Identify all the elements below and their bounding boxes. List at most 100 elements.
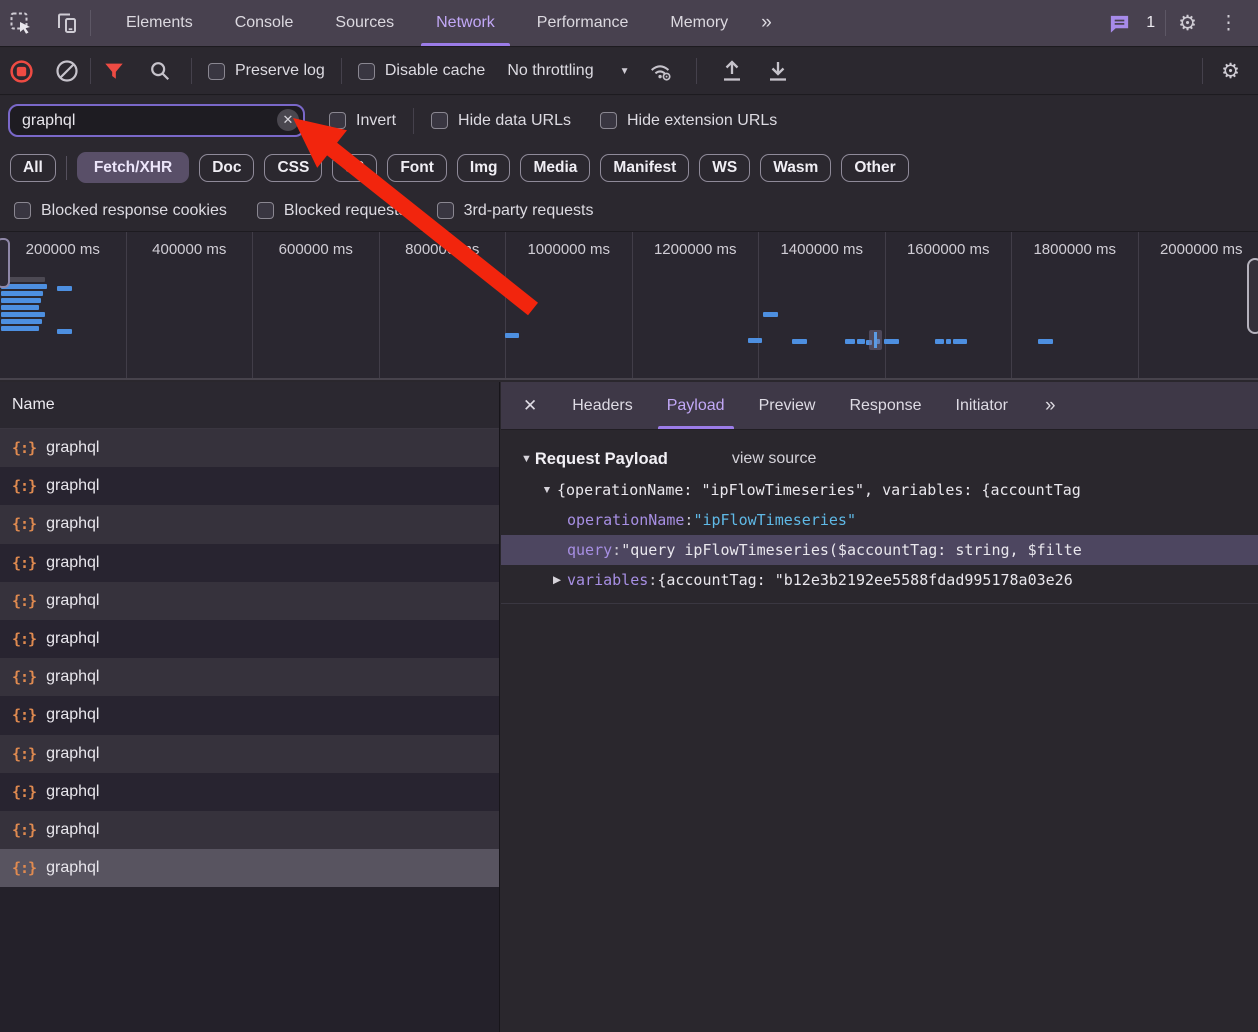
payload-line[interactable]: ▶variables: {accountTag: "b12e3b2192ee55… xyxy=(501,565,1258,595)
blocked-requests-toggle[interactable]: Blocked requests xyxy=(257,202,407,220)
request-rows: {:}graphql{:}graphql{:}graphql{:}graphql… xyxy=(0,429,499,887)
view-source-link[interactable]: view source xyxy=(732,450,816,468)
chip-font[interactable]: Font xyxy=(387,154,447,182)
inspect-element-icon[interactable] xyxy=(8,10,34,36)
chip-all[interactable]: All xyxy=(10,154,56,182)
network-overview-timeline[interactable]: 200000 ms400000 ms600000 ms800000 ms1000… xyxy=(0,232,1258,380)
filter-funnel-icon[interactable] xyxy=(101,58,127,84)
request-row[interactable]: {:}graphql xyxy=(0,620,499,658)
close-detail-icon[interactable]: ✕ xyxy=(501,396,555,416)
hide-extension-urls-toggle[interactable]: Hide extension URLs xyxy=(600,112,777,130)
request-row[interactable]: {:}graphql xyxy=(0,544,499,582)
invert-checkbox[interactable] xyxy=(329,112,346,129)
clear-network-log-icon[interactable] xyxy=(54,58,80,84)
chip-ws[interactable]: WS xyxy=(699,154,750,182)
request-row[interactable]: {:}graphql xyxy=(0,505,499,543)
name-column-header[interactable]: Name xyxy=(0,382,499,429)
network-conditions-icon[interactable] xyxy=(648,58,674,84)
disable-cache-checkbox[interactable] xyxy=(358,63,375,80)
chip-doc[interactable]: Doc xyxy=(199,154,254,182)
tab-memory[interactable]: Memory xyxy=(649,0,749,46)
chip-img[interactable]: Img xyxy=(457,154,511,182)
tab-console[interactable]: Console xyxy=(214,0,315,46)
json-braces-icon: {:} xyxy=(12,745,36,763)
collapse-triangle-icon[interactable]: ▼ xyxy=(521,453,532,465)
tree-triangle-icon[interactable]: ▼ xyxy=(537,484,557,496)
request-row[interactable]: {:}graphql xyxy=(0,849,499,887)
detail-tabs: HeadersPayloadPreviewResponseInitiator xyxy=(555,382,1025,429)
payload-line[interactable]: operationName: "ipFlowTimeseries" xyxy=(501,505,1258,535)
request-row[interactable]: {:}graphql xyxy=(0,735,499,773)
request-row[interactable]: {:}graphql xyxy=(0,811,499,849)
3rd-party-requests-checkbox[interactable] xyxy=(437,202,454,219)
json-braces-icon: {:} xyxy=(12,668,36,686)
chip-css[interactable]: CSS xyxy=(264,154,322,182)
clear-filter-icon[interactable]: ✕ xyxy=(277,109,299,131)
throttling-dropdown[interactable]: No throttling ▼ xyxy=(507,62,629,80)
chip-manifest[interactable]: Manifest xyxy=(600,154,689,182)
hide-data-urls-toggle[interactable]: Hide data URLs xyxy=(431,112,571,130)
chip-js[interactable]: JS xyxy=(332,154,377,182)
timeline-selection-marker xyxy=(869,330,882,350)
more-detail-tabs-icon[interactable]: ›› xyxy=(1033,395,1066,417)
3rd-party-requests-toggle[interactable]: 3rd-party requests xyxy=(437,202,594,220)
filter-input[interactable] xyxy=(8,104,305,137)
issues-message-icon[interactable] xyxy=(1106,10,1132,36)
search-icon[interactable] xyxy=(147,58,173,84)
chip-wasm[interactable]: Wasm xyxy=(760,154,831,182)
tree-triangle-icon[interactable]: ▶ xyxy=(547,574,567,586)
blocked-requests-checkbox[interactable] xyxy=(257,202,274,219)
payload-punct: : xyxy=(612,541,621,559)
more-tabs-icon[interactable]: ›› xyxy=(749,12,782,34)
tab-elements[interactable]: Elements xyxy=(105,0,214,46)
toolbar-divider xyxy=(413,108,414,134)
tab-sources[interactable]: Sources xyxy=(314,0,415,46)
issues-count[interactable]: 1 xyxy=(1146,14,1155,32)
request-row[interactable]: {:}graphql xyxy=(0,696,499,734)
blocked-filters-row: Blocked response cookies Blocked requests… xyxy=(0,190,1258,232)
payload-line[interactable]: query: "query ipFlowTimeseries($accountT… xyxy=(501,535,1258,565)
toolbar-divider xyxy=(90,10,91,36)
blocked-response-cookies-checkbox[interactable] xyxy=(14,202,31,219)
request-name: graphql xyxy=(46,821,99,839)
request-name: graphql xyxy=(46,477,99,495)
detail-tab-response[interactable]: Response xyxy=(832,382,938,429)
preserve-log-toggle[interactable]: Preserve log xyxy=(208,62,325,80)
timeline-request-bar xyxy=(505,333,519,338)
import-har-icon[interactable] xyxy=(719,58,745,84)
chip-media[interactable]: Media xyxy=(520,154,590,182)
tab-performance[interactable]: Performance xyxy=(516,0,650,46)
request-row[interactable]: {:}graphql xyxy=(0,429,499,467)
request-row[interactable]: {:}graphql xyxy=(0,582,499,620)
settings-gear-icon[interactable]: ⚙ xyxy=(1170,11,1205,36)
detail-tab-headers[interactable]: Headers xyxy=(555,382,649,429)
timeline-left-handle[interactable] xyxy=(0,238,10,288)
payload-line[interactable]: ▼{operationName: "ipFlowTimeseries", var… xyxy=(501,475,1258,505)
customize-devtools-icon[interactable]: ⋮ xyxy=(1209,12,1248,35)
toggle-device-toolbar-icon[interactable] xyxy=(54,10,80,36)
detail-tab-preview[interactable]: Preview xyxy=(742,382,833,429)
record-network-log-icon[interactable] xyxy=(8,58,34,84)
detail-tab-payload[interactable]: Payload xyxy=(650,382,742,429)
blocked-response-cookies-toggle[interactable]: Blocked response cookies xyxy=(14,202,227,220)
chip-other[interactable]: Other xyxy=(841,154,908,182)
timeline-right-scrollbar[interactable] xyxy=(1247,258,1258,334)
disable-cache-toggle[interactable]: Disable cache xyxy=(358,62,486,80)
hide-extension-urls-checkbox[interactable] xyxy=(600,112,617,129)
request-row[interactable]: {:}graphql xyxy=(0,773,499,811)
tab-network[interactable]: Network xyxy=(415,0,516,46)
timeline-request-bar xyxy=(57,286,72,291)
export-har-icon[interactable] xyxy=(765,58,791,84)
timeline-grid: 200000 ms400000 ms600000 ms800000 ms1000… xyxy=(0,232,1258,378)
detail-tab-initiator[interactable]: Initiator xyxy=(939,382,1025,429)
preserve-log-checkbox[interactable] xyxy=(208,63,225,80)
invert-filter-toggle[interactable]: Invert xyxy=(329,112,396,130)
request-row[interactable]: {:}graphql xyxy=(0,467,499,505)
timeline-tick: 600000 ms xyxy=(253,232,380,378)
toolbar-divider xyxy=(341,58,342,84)
hide-data-urls-checkbox[interactable] xyxy=(431,112,448,129)
chip-fetch-xhr[interactable]: Fetch/XHR xyxy=(77,152,189,183)
request-row[interactable]: {:}graphql xyxy=(0,658,499,696)
request-list-pane: Name {:}graphql{:}graphql{:}graphql{:}gr… xyxy=(0,382,500,1032)
network-settings-gear-icon[interactable]: ⚙ xyxy=(1213,59,1248,84)
